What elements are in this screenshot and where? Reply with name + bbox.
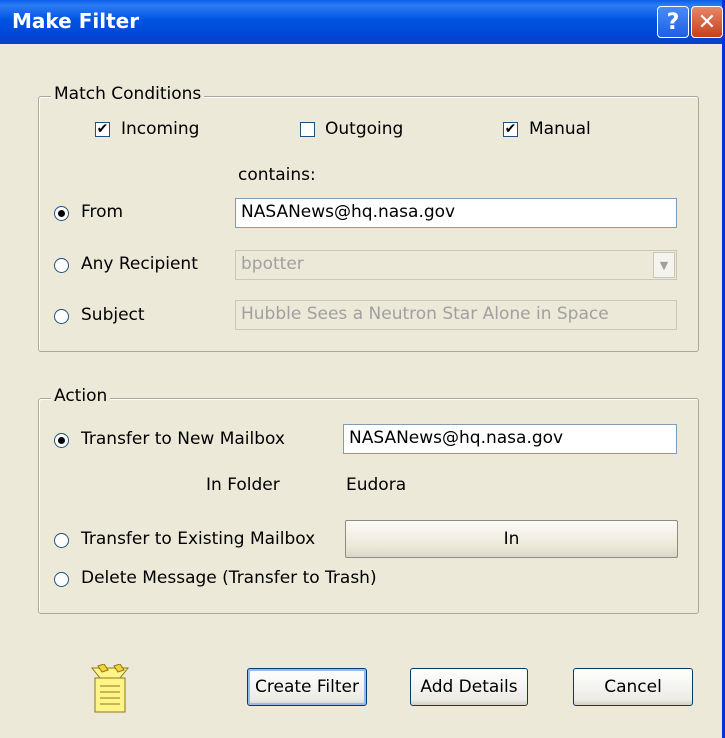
subject-radio[interactable]: [54, 309, 69, 324]
recipient-combobox[interactable]: bpotter ▼: [235, 250, 677, 280]
subject-label[interactable]: Subject: [81, 305, 145, 325]
from-field[interactable]: NASANews@hq.nasa.gov: [235, 198, 677, 228]
in-folder-label: In Folder: [206, 475, 280, 495]
from-label[interactable]: From: [81, 202, 123, 222]
delete-message-label[interactable]: Delete Message (Transfer to Trash): [81, 568, 377, 588]
add-details-button-label: Add Details: [420, 677, 518, 697]
close-icon: ✕: [697, 9, 717, 35]
manual-checkbox[interactable]: ✔: [503, 122, 518, 137]
make-filter-dialog: Make Filter ? ✕ Match Conditions ✔ Incom…: [0, 0, 725, 738]
from-radio[interactable]: [54, 206, 69, 221]
transfer-existing-radio[interactable]: [54, 533, 69, 548]
in-folder-value: Eudora: [346, 475, 407, 495]
filter-icon: [90, 663, 130, 714]
transfer-new-radio[interactable]: [54, 433, 69, 448]
create-filter-button-label: Create Filter: [255, 677, 359, 697]
existing-mailbox-button-label: In: [503, 529, 520, 549]
any-recipient-label[interactable]: Any Recipient: [81, 254, 198, 274]
recipient-combobox-value: bpotter: [241, 254, 304, 274]
incoming-label[interactable]: Incoming: [121, 119, 199, 139]
outgoing-label[interactable]: Outgoing: [325, 119, 403, 139]
action-legend: Action: [51, 386, 111, 406]
chevron-down-icon[interactable]: ▼: [653, 252, 675, 278]
transfer-existing-label[interactable]: Transfer to Existing Mailbox: [81, 529, 315, 549]
new-mailbox-field[interactable]: NASANews@hq.nasa.gov: [343, 424, 677, 454]
help-icon: ?: [666, 9, 680, 35]
help-button[interactable]: ?: [657, 6, 689, 38]
transfer-new-label[interactable]: Transfer to New Mailbox: [81, 429, 285, 449]
existing-mailbox-button[interactable]: In: [345, 520, 678, 558]
close-button[interactable]: ✕: [691, 6, 723, 38]
create-filter-button[interactable]: Create Filter: [247, 668, 367, 706]
subject-field[interactable]: Hubble Sees a Neutron Star Alone in Spac…: [235, 300, 677, 330]
cancel-button[interactable]: Cancel: [573, 668, 693, 706]
incoming-checkbox[interactable]: ✔: [95, 122, 110, 137]
outgoing-checkbox[interactable]: [300, 122, 315, 137]
any-recipient-radio[interactable]: [54, 258, 69, 273]
delete-message-radio[interactable]: [54, 572, 69, 587]
match-conditions-legend: Match Conditions: [51, 84, 205, 104]
window-title: Make Filter: [12, 9, 140, 33]
add-details-button[interactable]: Add Details: [410, 668, 528, 706]
contains-label: contains:: [238, 165, 316, 185]
title-bar[interactable]: Make Filter ? ✕: [0, 0, 723, 44]
cancel-button-label: Cancel: [604, 677, 662, 697]
manual-label[interactable]: Manual: [529, 119, 591, 139]
